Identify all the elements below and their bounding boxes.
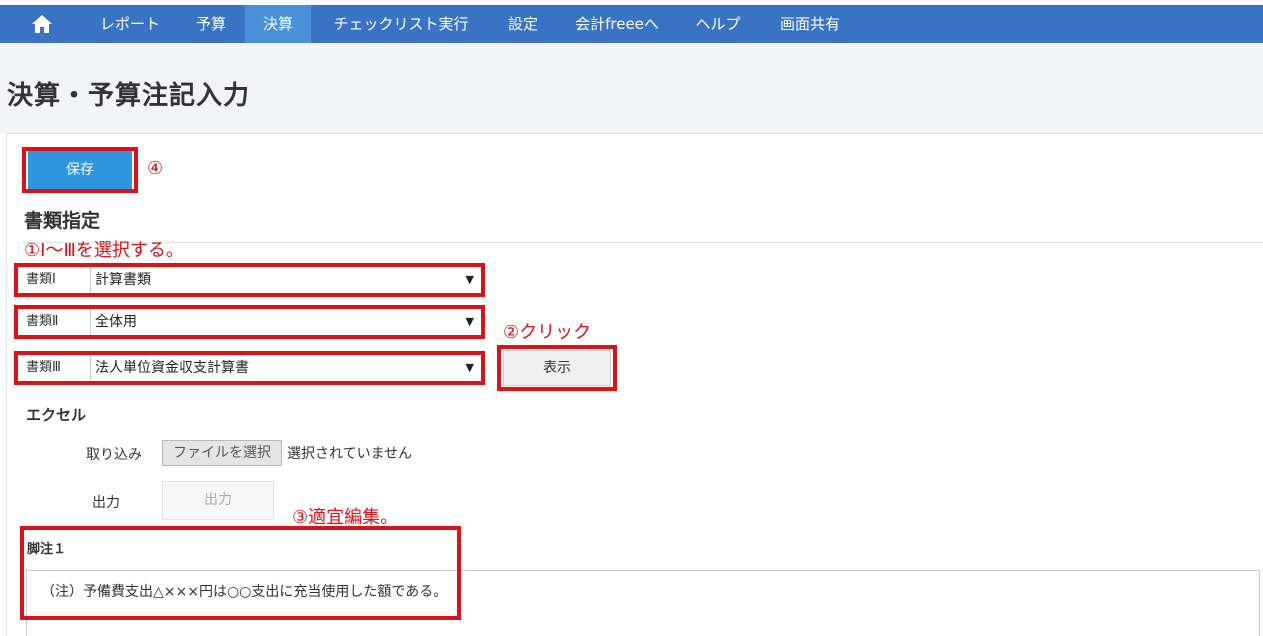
top-nav: レポート 予算 決算 チェックリスト実行 設定 会計freeeへ ヘルプ 画面共… (0, 5, 1263, 43)
nav-item-budget[interactable]: 予算 (180, 5, 242, 43)
export-label: 出力 (92, 495, 120, 511)
nav-item-settings[interactable]: 設定 (496, 5, 550, 43)
section-title-doc-spec: 書類指定 (24, 210, 101, 232)
nav-item-help[interactable]: ヘルプ (683, 5, 753, 43)
file-select-button[interactable]: ファイルを選択 (162, 440, 282, 466)
home-icon (32, 15, 52, 33)
nav-item-checklist[interactable]: チェックリスト実行 (316, 5, 486, 43)
nav-item-screen-share[interactable]: 画面共有 (768, 5, 852, 43)
nav-item-settlement[interactable]: 決算 (245, 5, 311, 43)
section-title-excel: エクセル (26, 406, 87, 424)
file-status: 選択されていません (287, 446, 413, 462)
highlight-doc2 (14, 305, 485, 339)
highlight-doc1 (14, 263, 485, 297)
highlight-doc3 (14, 351, 485, 385)
page-title: 決算・予算注記入力 (7, 81, 251, 111)
highlight-save (22, 147, 138, 193)
annotation-step2: ②クリック (503, 322, 592, 343)
highlight-show (497, 345, 617, 391)
highlight-footnote (20, 526, 461, 620)
annotation-step4: ④ (147, 158, 164, 179)
annotation-step1: ①I～Ⅲを選択する。 (24, 240, 184, 261)
nav-item-report[interactable]: レポート (84, 5, 176, 43)
home-button[interactable] (18, 5, 66, 43)
nav-item-freee[interactable]: 会計freeeへ (563, 5, 671, 43)
divider (22, 242, 1263, 243)
import-label: 取り込み (86, 447, 142, 463)
export-button[interactable]: 出力 (162, 481, 274, 520)
